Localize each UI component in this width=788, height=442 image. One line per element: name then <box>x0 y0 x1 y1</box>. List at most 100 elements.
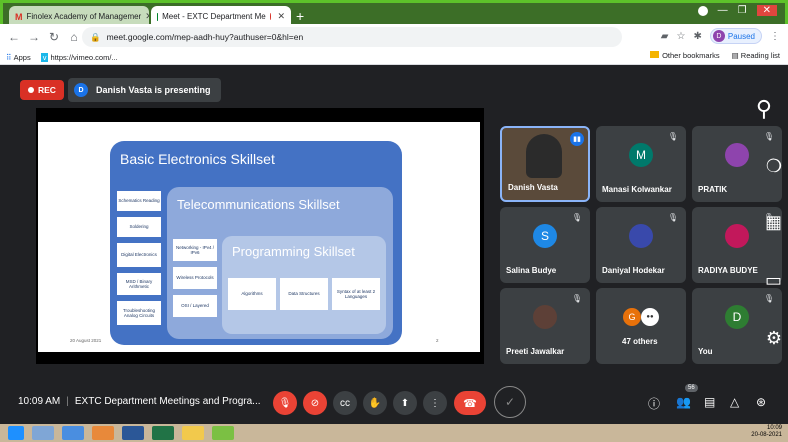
forward-icon[interactable]: → <box>24 30 44 44</box>
mic-off-button[interactable]: 🎙︎ <box>273 391 297 415</box>
skill-item: Algorithms <box>228 278 276 310</box>
search-icon[interactable]: ⚲ <box>756 96 772 122</box>
bookmark-label: Other bookmarks <box>662 51 720 60</box>
hang-up-button[interactable]: ☎ <box>454 391 486 415</box>
raise-hand-button[interactable]: ✋ <box>363 391 387 415</box>
participant-tile[interactable]: 🎙︎ M Manasi Kolwankar <box>596 126 686 202</box>
participant-avatar <box>725 142 749 167</box>
skill-item: Wireless Protocols <box>173 267 217 289</box>
extensions-icon[interactable]: ✱ <box>693 31 701 42</box>
word-icon[interactable] <box>122 426 144 440</box>
close-icon[interactable]: ✕ <box>145 11 149 22</box>
skill-item: Data Structures <box>280 278 328 310</box>
participant-avatar: G <box>623 307 641 326</box>
info-icon[interactable]: ⓘ <box>648 395 660 412</box>
participant-avatar: M <box>629 142 653 167</box>
others-tile[interactable]: G ●● 47 others <box>596 288 686 364</box>
participant-tile[interactable]: ▮▮ Danish Vasta <box>500 126 590 202</box>
bookmark-apps[interactable]: ⠿ Apps <box>6 53 31 62</box>
participant-name: Danish Vasta <box>508 183 558 192</box>
participant-tile[interactable]: 🎙︎ Preeti Jawalkar <box>500 288 590 364</box>
back-icon[interactable]: ← <box>4 30 24 44</box>
captions-button[interactable]: cc <box>333 391 357 415</box>
menu-icon[interactable]: ⋮ <box>770 31 780 42</box>
bookmark-vimeo[interactable]: v https://vimeo.com/... <box>40 52 118 62</box>
telecom-box: Telecommunications Skillset Networking -… <box>167 187 393 339</box>
maximize-button[interactable]: ❐ <box>738 5 747 16</box>
app-icon[interactable] <box>212 426 234 440</box>
speaking-icon: ▮▮ <box>570 132 584 146</box>
close-window-button[interactable]: ✕ <box>756 5 777 16</box>
tab-title: Meet - EXTC Department Me <box>162 12 266 21</box>
excel-icon[interactable] <box>152 426 174 440</box>
vimeo-icon: v <box>40 52 49 62</box>
recording-icon <box>269 13 271 20</box>
screen-icon[interactable]: ▭ <box>765 270 782 291</box>
settings-icon[interactable]: ⚙ <box>766 328 782 349</box>
activity-button[interactable]: ✓ <box>494 386 526 418</box>
participant-name: Manasi Kolwankar <box>602 185 672 194</box>
camera-icon[interactable]: ▰ <box>661 31 669 42</box>
ie-icon[interactable] <box>62 426 84 440</box>
rec-dot-icon <box>28 87 34 93</box>
other-bookmarks[interactable]: Other bookmarks <box>650 51 720 60</box>
basic-electronics-title: Basic Electronics Skillset <box>120 151 275 167</box>
rec-label: REC <box>38 85 56 95</box>
mic-off-icon: 🎙︎ <box>763 132 774 141</box>
separator: | <box>66 396 69 407</box>
camera-off-button[interactable]: ⊘ <box>303 391 327 415</box>
folder-icon[interactable] <box>182 426 204 440</box>
participant-tile[interactable]: 🎙︎ S Salina Budye <box>500 207 590 283</box>
windows-icon[interactable]: ▦ <box>765 212 782 233</box>
address-bar[interactable]: 🔒 meet.google.com/mep-aadh-huy?authuser=… <box>82 27 622 47</box>
profile-button[interactable]: D Paused <box>709 28 762 44</box>
participant-avatar: S <box>533 223 557 248</box>
participant-tile[interactable]: 🎙︎ Daniyal Hodekar <box>596 207 686 283</box>
chrome-icon[interactable] <box>92 426 114 440</box>
window-controls: — ❐ ✕ <box>697 5 777 16</box>
self-tile[interactable]: 🎙︎ D You <box>692 288 782 364</box>
bookmark-label: Reading list <box>740 51 780 60</box>
url-text: meet.google.com/mep-aadh-huy?authuser=0&… <box>106 32 304 42</box>
skill-item: Syntax of at least 2 Languages <box>332 278 380 310</box>
participant-name: Daniyal Hodekar <box>602 266 665 275</box>
lock-icon: 🔒 <box>90 31 101 42</box>
others-label: 47 others <box>622 337 658 346</box>
more-options-button[interactable]: ⋮ <box>423 391 447 415</box>
reading-list[interactable]: ▤ Reading list <box>732 51 780 60</box>
skill-item: Networking - IPv4 / IPv6 <box>173 239 217 261</box>
minimize-button[interactable]: — <box>718 5 728 16</box>
telecom-title: Telecommunications Skillset <box>177 197 340 212</box>
skill-item: Soldering <box>117 217 161 237</box>
basic-electronics-box: Basic Electronics Skillset Schematics Re… <box>110 141 402 345</box>
explorer-icon[interactable] <box>32 426 54 440</box>
activities-icon[interactable]: △ <box>730 395 739 409</box>
reload-icon[interactable]: ↻ <box>44 30 64 44</box>
participant-avatar <box>725 223 749 248</box>
gmail-icon: M <box>15 11 23 22</box>
new-tab-button[interactable]: + <box>296 8 304 24</box>
participant-avatar <box>629 223 653 248</box>
programming-title: Programming Skillset <box>232 244 355 259</box>
meeting-info: 10:09 AM | EXTC Department Meetings and Pr… <box>18 396 261 407</box>
slide: Basic Electronics Skillset Schematics Re… <box>38 122 480 352</box>
bookmark-label: Apps <box>13 52 31 62</box>
participant-name: PRATIK <box>698 185 728 194</box>
star-icon[interactable]: ☆ <box>677 31 686 42</box>
skill-item: OSI / Layered <box>173 295 217 317</box>
chat-icon[interactable]: ▤ <box>704 395 715 409</box>
people-icon[interactable]: 👥 <box>676 395 691 409</box>
close-icon[interactable]: ✕ <box>277 11 285 22</box>
meet-stage: REC D Danish Vasta is presenting ⚲ Basic… <box>8 66 786 422</box>
slide-number: 2 <box>436 338 439 343</box>
present-button[interactable]: ⬆ <box>393 391 417 415</box>
apps-icon[interactable]: ❍ <box>766 156 782 177</box>
start-icon[interactable] <box>8 426 24 440</box>
host-controls-icon[interactable]: ⊛ <box>756 395 766 409</box>
presenter-avatar: D <box>74 83 88 97</box>
participant-name: Preeti Jawalkar <box>506 347 565 356</box>
home-icon[interactable]: ⌂ <box>64 30 84 44</box>
participant-name: RADIYA BUDYE <box>698 266 758 275</box>
os-taskbar: 10:09 20-08-2021 <box>0 424 788 442</box>
meeting-title: EXTC Department Meetings and Progra... <box>74 396 261 407</box>
